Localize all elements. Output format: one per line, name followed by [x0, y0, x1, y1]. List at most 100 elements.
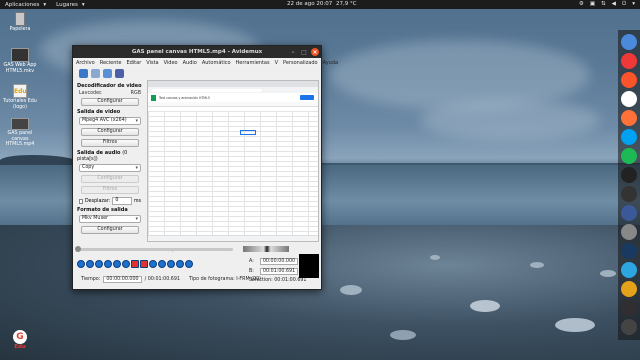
app-circle-icon[interactable]: [621, 91, 637, 107]
video-filters-button[interactable]: Filtros: [81, 139, 139, 147]
share-button: [300, 95, 314, 100]
marker-b-icon[interactable]: [140, 260, 148, 268]
maximize-icon[interactable]: □: [300, 48, 308, 56]
open-icon[interactable]: [79, 69, 88, 78]
shift-input[interactable]: 0: [112, 197, 132, 205]
spotify-icon[interactable]: [621, 148, 637, 164]
desktop-icon-image[interactable]: Edu Tutoriales Edu (logo): [2, 84, 38, 110]
volume-icon[interactable]: ◀: [612, 1, 616, 8]
video-file-icon: [11, 48, 29, 62]
places-menu[interactable]: Lugares: [56, 2, 78, 8]
menu-personalizado[interactable]: Personalizado: [283, 60, 318, 66]
current-time-input[interactable]: 00:00:00.000: [103, 276, 142, 283]
menu-editar[interactable]: Editar: [126, 60, 141, 66]
video-codec-select[interactable]: Mpeg4 AVC (x264): [79, 117, 141, 125]
next-keyframe-icon[interactable]: [113, 260, 121, 268]
decoder-configure-button[interactable]: Configurar: [81, 98, 139, 106]
selection-panel: A: 00:00:00.000 B: 00:01:00.691 Selection:…: [249, 258, 306, 283]
weather[interactable]: 27,9 °C: [336, 1, 357, 7]
marker-a-icon[interactable]: [131, 260, 139, 268]
marker-a-value[interactable]: 00:00:00.000: [259, 258, 299, 265]
avidemux-window: GAS panel canvas HTML5.mp4 - Avidemux – …: [72, 45, 338, 290]
selection-label: Selection: 00:01:00.691: [249, 278, 307, 283]
time-label: Tiempo:: [81, 277, 101, 282]
video-configure-button[interactable]: Configurar: [81, 128, 139, 136]
go-marker-a-icon[interactable]: [176, 260, 184, 268]
power-icon[interactable]: ⏻: [622, 1, 626, 8]
network-icon[interactable]: ⇅: [601, 1, 606, 8]
window-title: GAS panel canvas HTML5.mp4 - Avidemux: [131, 49, 263, 55]
shift-label: Desplazar:: [84, 198, 111, 204]
output-format-heading: Formato de salida: [77, 207, 128, 213]
go-marker-b-icon[interactable]: [185, 260, 193, 268]
audio-configure-button[interactable]: Configurar: [81, 175, 139, 183]
window-titlebar[interactable]: GAS panel canvas HTML5.mp4 - Avidemux – …: [73, 46, 321, 58]
vivaldi-icon[interactable]: [621, 53, 637, 69]
menu-v[interactable]: V: [275, 60, 278, 66]
top-panel: Aplicaciones ▾ Lugares ▾ 22 de ago 20:07 2…: [0, 0, 640, 9]
total-time: / 00:01:00.691: [144, 277, 180, 282]
obs-icon[interactable]: [621, 300, 637, 316]
menu-audio[interactable]: Audio: [183, 60, 197, 66]
editor-icon[interactable]: [621, 205, 637, 221]
brave-icon[interactable]: [621, 72, 637, 88]
edu-logo: G Edu: [13, 330, 27, 350]
system-tray: ⚙ ▣ ⇅ ◀ ⏻ ▾: [579, 1, 635, 8]
settings-icon[interactable]: ⚙: [579, 1, 584, 8]
next-frame-icon[interactable]: [95, 260, 103, 268]
play-icon[interactable]: [77, 260, 85, 268]
clock[interactable]: 22 de ago 20:07: [287, 1, 332, 7]
desktop-icon-video-2[interactable]: GAS panel canvas HTML5.mp4: [2, 118, 38, 148]
audio-filters-button[interactable]: Filtros: [81, 186, 139, 194]
menu-archivo[interactable]: Archivo: [76, 60, 95, 66]
desktop-icon[interactable]: [621, 319, 637, 335]
close-icon[interactable]: ×: [311, 48, 319, 56]
tidal-icon[interactable]: [621, 167, 637, 183]
telegram-icon[interactable]: [621, 262, 637, 278]
timeline-knob[interactable]: [75, 246, 81, 252]
sheet-tabs: Hoja 1: [148, 235, 318, 252]
go-end-icon[interactable]: [158, 260, 166, 268]
menu-arrow-icon[interactable]: ▾: [632, 1, 635, 8]
go-start-icon[interactable]: [149, 260, 157, 268]
desktop-icon-video-1[interactable]: GAS Web App HTML5.mkv: [2, 48, 38, 74]
minimize-icon[interactable]: –: [289, 48, 297, 56]
previous-keyframe-icon[interactable]: [104, 260, 112, 268]
menu-herramientas[interactable]: Herramientas: [236, 60, 270, 66]
notification-icon[interactable]: ▣: [590, 1, 595, 8]
marker-b-value[interactable]: 00:01:00.691: [259, 268, 299, 275]
video-file-icon: [11, 118, 29, 130]
menu-bar: Archivo Reciente Editar Vista Video Audi…: [73, 58, 338, 67]
save-icon[interactable]: [103, 69, 112, 78]
menu-ayuda[interactable]: Ayuda: [323, 60, 338, 66]
chromium-icon[interactable]: [621, 34, 637, 50]
time-display: Tiempo: 00:00:00.000 / 00:01:00.691 Tipo…: [81, 276, 261, 283]
timeline-slider[interactable]: [75, 246, 233, 252]
info-icon[interactable]: [91, 69, 100, 78]
shift-checkbox[interactable]: [79, 198, 83, 204]
virtualbox-icon[interactable]: [621, 243, 637, 259]
trash-icon: [15, 12, 25, 26]
sheet-title: Test canvas y animación HTML5: [159, 95, 210, 100]
properties-icon[interactable]: [115, 69, 124, 78]
next-black-icon[interactable]: [167, 260, 175, 268]
audio-codec-select[interactable]: Copy: [79, 164, 141, 172]
image-file-icon: Edu: [13, 84, 27, 98]
output-format-select[interactable]: Mkv Muxer: [79, 215, 141, 223]
sheets-logo-icon: [151, 94, 156, 101]
menu-automatico[interactable]: Automático: [202, 60, 231, 66]
applications-menu[interactable]: Aplicaciones: [5, 2, 39, 8]
gallery-icon[interactable]: [621, 281, 637, 297]
format-configure-button[interactable]: Configurar: [81, 226, 139, 234]
chat-icon[interactable]: [621, 129, 637, 145]
previous-black-icon[interactable]: [122, 260, 130, 268]
sheet-header: Test canvas y animación HTML5: [148, 93, 318, 102]
desktop-icon-trash[interactable]: Papelera: [2, 12, 38, 33]
menu-vista[interactable]: Vista: [146, 60, 158, 66]
menu-reciente[interactable]: Reciente: [100, 60, 122, 66]
previous-frame-icon[interactable]: [86, 260, 94, 268]
menu-video[interactable]: Video: [164, 60, 178, 66]
terminal-icon[interactable]: [621, 186, 637, 202]
files-icon[interactable]: [621, 224, 637, 240]
firefox-icon[interactable]: [621, 110, 637, 126]
